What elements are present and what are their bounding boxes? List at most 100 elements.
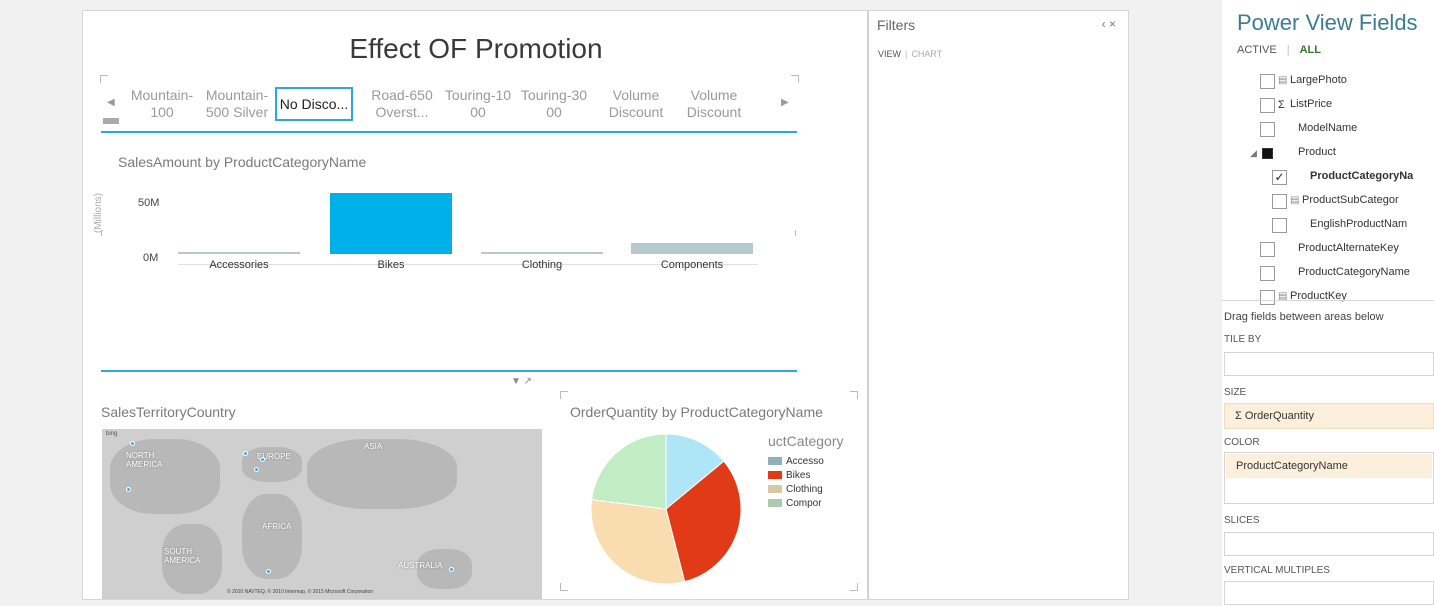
fields-divider — [1222, 300, 1434, 301]
field-checkbox[interactable] — [1260, 266, 1275, 281]
legend-label: Accesso — [786, 456, 824, 467]
pie-slice-components[interactable] — [591, 433, 667, 510]
x-tick-label: Accessories — [209, 259, 269, 271]
tile-label-line: Discount — [686, 104, 742, 120]
vertical-multiples-drop-zone[interactable] — [1224, 581, 1434, 605]
legend-item[interactable]: Accesso — [768, 455, 848, 468]
slices-drop-zone[interactable] — [1224, 532, 1434, 556]
map-data-point[interactable] — [126, 487, 131, 492]
tile-7[interactable]: Volume Discount — [675, 87, 753, 121]
visual-filter-popout-icons[interactable]: ▼ ↗ — [511, 376, 532, 387]
tile-label-line: Road-650 — [371, 87, 433, 103]
legend-item[interactable]: Clothing — [768, 483, 848, 496]
size-field-order-quantity[interactable]: Σ OrderQuantity — [1225, 404, 1433, 428]
tile-strip: ◀ ▶ Mountain- 100 Mountain- 500 Silver No Di… — [101, 75, 801, 133]
expand-collapse-icon[interactable]: ◢ — [1250, 148, 1257, 159]
field-row[interactable]: ◢ Product — [1222, 144, 1434, 166]
legend-swatch — [768, 457, 782, 466]
tile-label-line: Touring-10 — [444, 87, 512, 103]
field-row[interactable]: EnglishProductNam — [1222, 216, 1434, 238]
tile-5[interactable]: Touring-30 00 — [515, 87, 593, 121]
slices-label: SLICES — [1224, 515, 1260, 526]
fields-tab-active[interactable]: ACTIVE — [1237, 44, 1277, 56]
map-label-australia: AUSTRALIA — [398, 561, 443, 570]
field-row[interactable]: ProductCategoryName — [1222, 264, 1434, 286]
bar-chart-resize-handle[interactable] — [101, 230, 102, 236]
field-checkbox[interactable] — [1262, 148, 1273, 159]
tile-strip-underline — [101, 131, 797, 133]
field-checkbox[interactable] — [1260, 242, 1275, 257]
tile-label-line: Overst... — [375, 104, 429, 120]
size-drop-zone[interactable]: Σ OrderQuantity — [1224, 403, 1434, 429]
tiles-scroll-left-icon[interactable]: ◀ — [107, 97, 115, 108]
pie-corner — [850, 391, 858, 399]
field-checkbox[interactable] — [1260, 98, 1275, 113]
bar-bikes[interactable] — [330, 192, 452, 254]
y-tick-label: 0M — [143, 252, 159, 264]
tile-3[interactable]: Road-650 Overst... — [363, 87, 441, 121]
tile-label-line: 00 — [546, 104, 562, 120]
pie-chart[interactable] — [588, 431, 744, 592]
map-data-point[interactable] — [449, 567, 454, 572]
tile-4[interactable]: Touring-10 00 — [439, 87, 517, 121]
field-checkbox[interactable] — [1260, 74, 1275, 89]
map-data-point[interactable] — [243, 451, 248, 456]
x-tick-label: Components — [660, 259, 724, 271]
bing-logo: bing — [106, 431, 118, 437]
size-label: SIZE — [1224, 387, 1247, 398]
field-label: Product — [1298, 146, 1336, 158]
field-row[interactable]: ModelName — [1222, 120, 1434, 142]
filters-collapse-close-icons[interactable]: ‹ × — [1102, 17, 1116, 31]
color-field-product-category[interactable]: ProductCategoryName — [1226, 454, 1432, 478]
legend-item[interactable]: Compor — [768, 497, 848, 510]
tile-label-line: Mountain- — [205, 87, 269, 103]
map-data-point[interactable] — [254, 467, 259, 472]
map-visual[interactable]: bing NORTH AMERICA EUROPE ASIA AFRICA SO… — [102, 429, 542, 599]
field-row[interactable]: ▤ ProductSubCategor — [1222, 192, 1434, 214]
filters-title: Filters — [877, 17, 916, 33]
tile-0[interactable]: Mountain- 100 — [123, 87, 201, 121]
bar-clothing[interactable] — [481, 252, 603, 254]
fields-tab-all[interactable]: ALL — [1300, 44, 1321, 56]
field-checkbox[interactable] — [1272, 218, 1287, 233]
map-label-asia: ASIA — [364, 442, 383, 451]
bar-accessories[interactable] — [178, 252, 300, 254]
tiles-scrollbar-thumb[interactable] — [103, 118, 119, 124]
tiles-scroll-right-icon[interactable]: ▶ — [781, 97, 789, 108]
tile-label-line: 500 Silver — [205, 104, 269, 120]
tile-by-label: TILE BY — [1224, 334, 1262, 345]
filters-tab-chart[interactable]: CHART — [911, 49, 942, 59]
field-checkbox[interactable] — [1260, 122, 1275, 137]
field-row[interactable]: ✓ ProductCategoryNa — [1222, 168, 1434, 190]
map-data-point[interactable] — [260, 457, 265, 462]
map-data-point[interactable] — [266, 569, 271, 574]
field-checkbox[interactable]: ✓ — [1272, 170, 1287, 185]
table-field-icon: ▤ — [1290, 195, 1300, 206]
field-row[interactable]: ▤ ProductKey — [1222, 288, 1434, 310]
legend-label: Bikes — [786, 470, 811, 481]
bar-chart-resize-handle[interactable] — [795, 230, 796, 236]
tile-2[interactable]: No Disco... — [275, 87, 353, 121]
legend-item[interactable]: Bikes — [768, 469, 848, 482]
tile-1[interactable]: Mountain- 500 Silver — [198, 87, 276, 121]
field-checkbox[interactable] — [1260, 290, 1275, 305]
report-title[interactable]: Effect OF Promotion — [83, 33, 869, 65]
tile-by-drop-zone[interactable] — [1224, 352, 1434, 376]
map-data-point[interactable] — [130, 441, 135, 446]
map-label-north-america: NORTH AMERICA — [126, 451, 163, 469]
bar-components[interactable] — [631, 242, 753, 254]
field-row[interactable]: ProductAlternateKey — [1222, 240, 1434, 262]
field-row[interactable]: Σ ListPrice — [1222, 96, 1434, 118]
table-field-icon: ▤ — [1278, 75, 1288, 86]
tile-label-line: Touring-30 — [520, 87, 588, 103]
map-label-south-america: SOUTH AMERICA — [164, 547, 201, 565]
tile-6[interactable]: Volume Discount — [597, 87, 675, 121]
field-row[interactable]: ▤ LargePhoto — [1222, 72, 1434, 94]
power-view-fields-panel: Power View Fields ACTIVE | ALL ▤ LargePhoto… — [1222, 0, 1434, 606]
filters-tab-view[interactable]: VIEW — [878, 49, 901, 59]
color-drop-zone[interactable]: ProductCategoryName — [1224, 452, 1434, 504]
sum-icon: Σ — [1278, 99, 1285, 111]
field-checkbox[interactable] — [1272, 194, 1287, 209]
pie-chart-svg[interactable] — [588, 431, 744, 587]
field-label: ListPrice — [1290, 98, 1333, 110]
